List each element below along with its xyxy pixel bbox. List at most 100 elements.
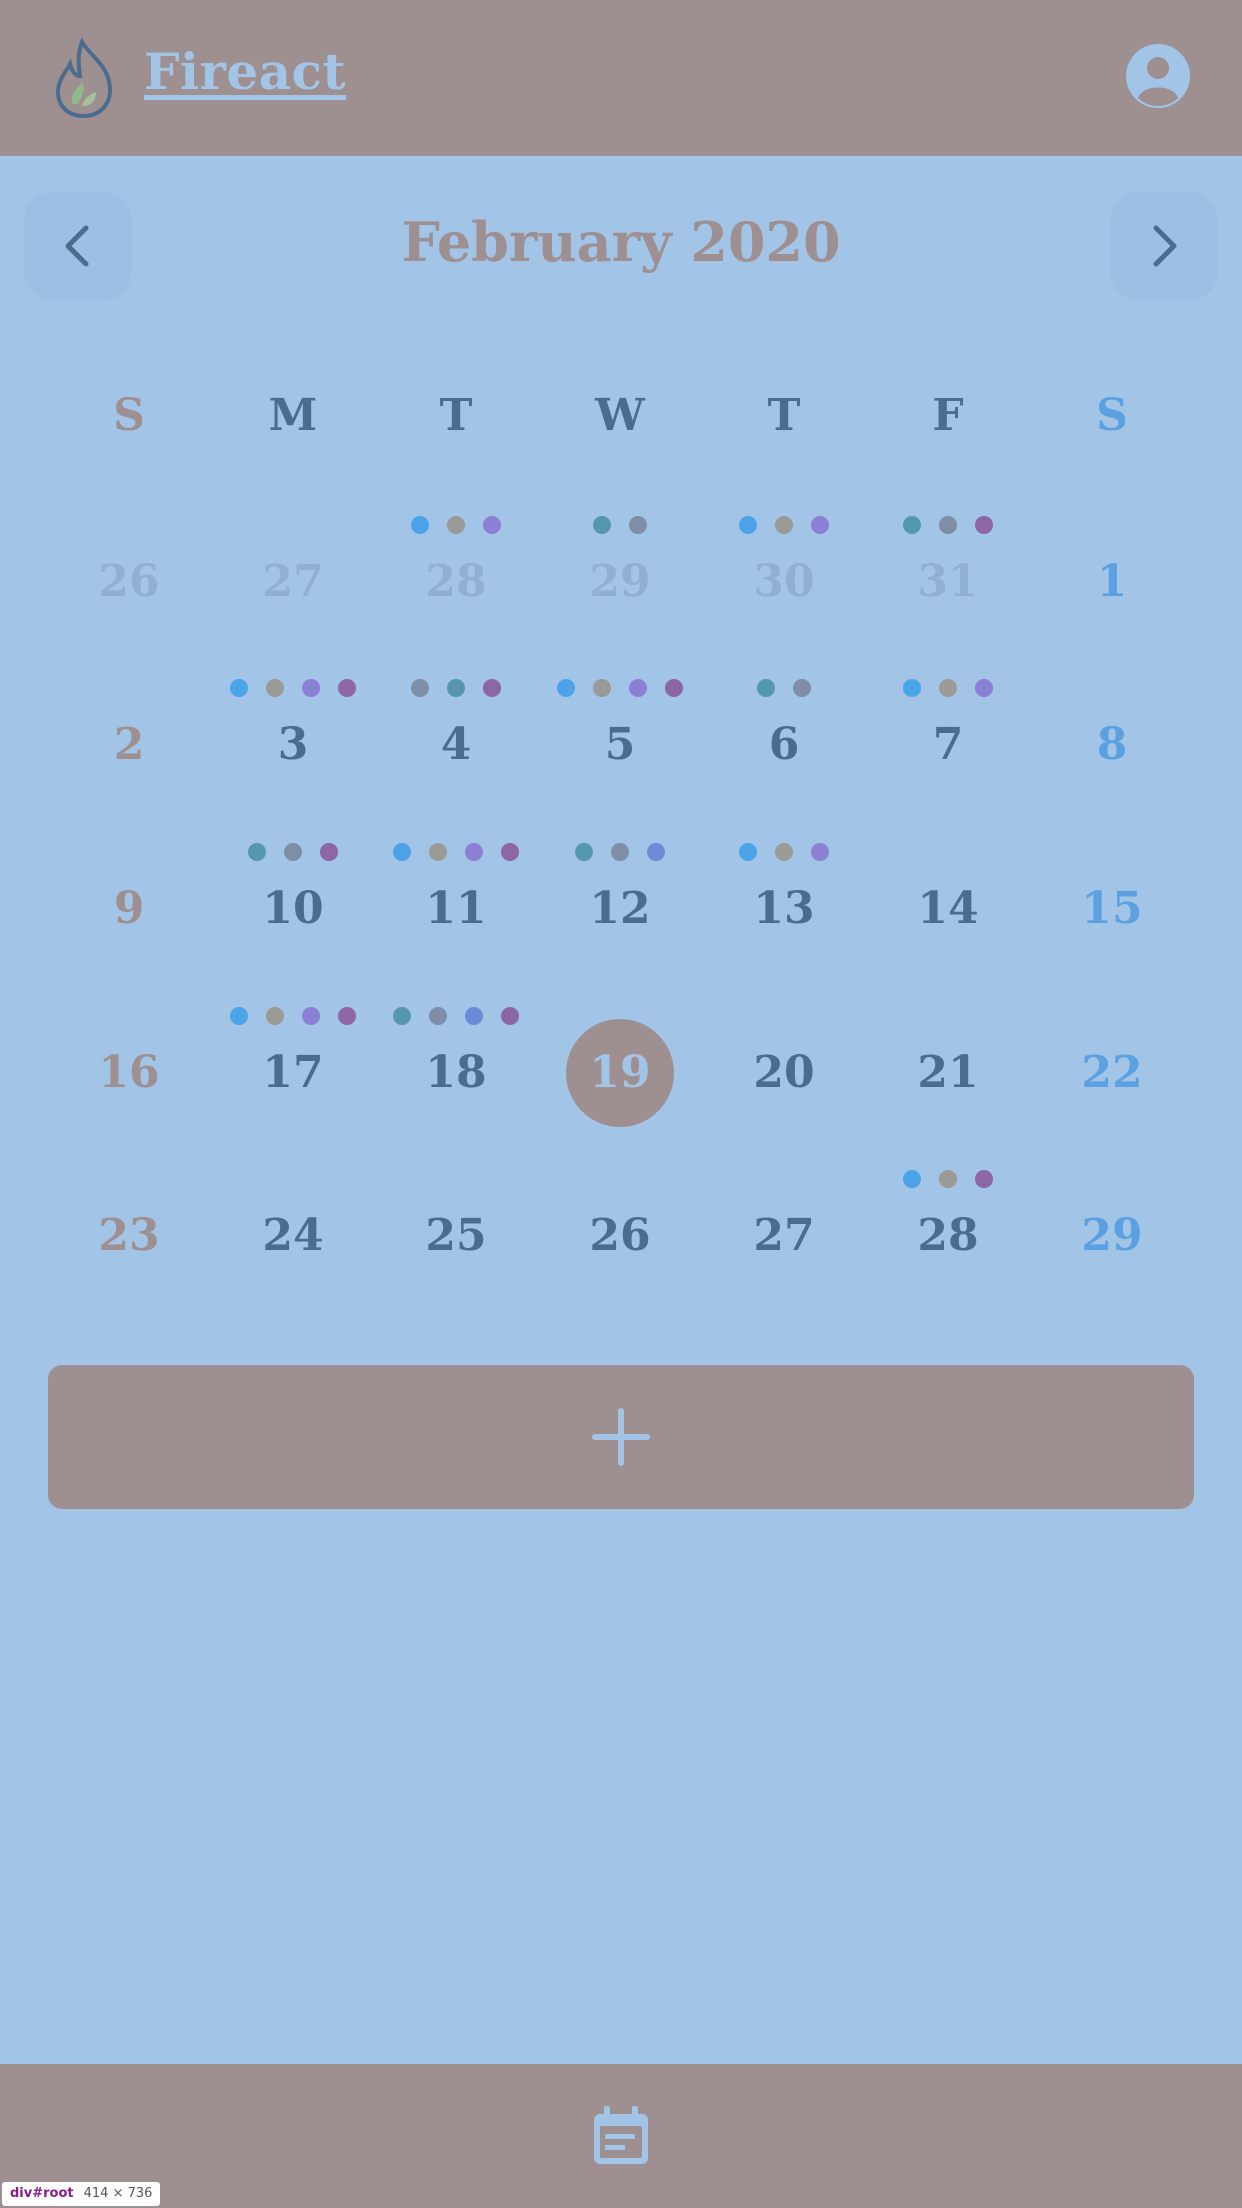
day-cell[interactable]: 27 [211, 516, 375, 626]
day-cell[interactable]: 13 [702, 843, 866, 953]
bottom-nav [0, 2064, 1242, 2208]
event-dot [483, 516, 501, 534]
dev-badge-tag: div#root [10, 2186, 74, 2201]
event-dot [302, 679, 320, 697]
day-cell[interactable]: 4 [374, 679, 538, 789]
day-cell[interactable]: 20 [702, 1007, 866, 1117]
chevron-right-icon [1153, 225, 1177, 267]
day-cell[interactable]: 22 [1030, 1007, 1194, 1117]
event-dot [739, 843, 757, 861]
weekday-label: S [113, 390, 145, 441]
event-dot [647, 843, 665, 861]
weekday-label: T [767, 390, 801, 441]
day-cell[interactable]: 18 [374, 1007, 538, 1117]
event-dots [538, 679, 702, 699]
day-cell[interactable]: 12 [538, 843, 702, 953]
day-cell[interactable]: 14 [866, 843, 1030, 953]
event-dot [501, 1007, 519, 1025]
event-dot [393, 843, 411, 861]
event-dot [975, 679, 993, 697]
day-cell[interactable]: 17 [211, 1007, 375, 1117]
event-dots [702, 516, 866, 536]
day-cell[interactable]: 9 [47, 843, 211, 953]
day-cell[interactable]: 24 [211, 1170, 375, 1280]
event-dot [338, 1007, 356, 1025]
day-number: 5 [604, 719, 636, 770]
event-dot [629, 516, 647, 534]
event-dot [393, 1007, 411, 1025]
event-dot [757, 679, 775, 697]
day-number: 17 [262, 1047, 324, 1098]
day-number: 4 [440, 719, 472, 770]
add-event-button[interactable] [48, 1365, 1194, 1509]
day-cell[interactable]: 26 [538, 1170, 702, 1280]
day-number: 28 [917, 1210, 979, 1261]
event-dot [411, 679, 429, 697]
plus-icon [592, 1408, 650, 1466]
day-cell[interactable]: 15 [1030, 843, 1194, 953]
day-cell[interactable]: 11 [374, 843, 538, 953]
day-number: 8 [1096, 719, 1128, 770]
calendar-icon[interactable] [590, 2104, 652, 2168]
day-number: 26 [98, 556, 160, 607]
day-cell-today[interactable]: 19 [538, 1007, 702, 1127]
app-title[interactable]: Fireact [144, 42, 346, 101]
event-dot [975, 1170, 993, 1188]
day-cell[interactable]: 2 [47, 679, 211, 789]
day-cell[interactable]: 31 [866, 516, 1030, 626]
next-month-button[interactable] [1110, 192, 1218, 300]
day-number: 27 [753, 1210, 815, 1261]
event-dot [338, 679, 356, 697]
day-cell[interactable]: 29 [538, 516, 702, 626]
day-cell[interactable]: 28 [374, 516, 538, 626]
day-cell[interactable]: 25 [374, 1170, 538, 1280]
day-cell[interactable]: 1 [1030, 516, 1194, 626]
day-number: 13 [753, 883, 815, 934]
day-cell[interactable]: 3 [211, 679, 375, 789]
day-cell[interactable]: 28 [866, 1170, 1030, 1280]
day-cell[interactable]: 21 [866, 1007, 1030, 1117]
day-number: 29 [589, 556, 651, 607]
day-number: 7 [932, 719, 964, 770]
event-dot [465, 843, 483, 861]
event-dots [702, 679, 866, 699]
event-dot [429, 843, 447, 861]
day-number: 24 [262, 1210, 324, 1261]
day-number: 28 [425, 556, 487, 607]
event-dot [411, 516, 429, 534]
event-dot [447, 679, 465, 697]
day-cell[interactable]: 29 [1030, 1170, 1194, 1280]
event-dot [629, 679, 647, 697]
day-number: 15 [1081, 883, 1143, 934]
event-dot [939, 516, 957, 534]
user-avatar-icon[interactable] [1124, 42, 1192, 110]
day-cell[interactable]: 30 [702, 516, 866, 626]
day-cell[interactable]: 23 [47, 1170, 211, 1280]
day-cell[interactable]: 16 [47, 1007, 211, 1117]
day-cell[interactable]: 7 [866, 679, 1030, 789]
day-cell[interactable]: 27 [702, 1170, 866, 1280]
day-number: 27 [262, 556, 324, 607]
day-cell[interactable]: 5 [538, 679, 702, 789]
flame-icon[interactable] [52, 38, 116, 118]
month-title: February 2020 [401, 210, 841, 274]
day-cell[interactable]: 26 [47, 516, 211, 626]
event-dot [557, 679, 575, 697]
day-cell[interactable]: 6 [702, 679, 866, 789]
event-dot [266, 1007, 284, 1025]
event-dot [593, 679, 611, 697]
event-dots [374, 516, 538, 536]
event-dot [284, 843, 302, 861]
day-cell[interactable]: 8 [1030, 679, 1194, 789]
day-number: 14 [917, 883, 979, 934]
event-dots [374, 1007, 538, 1027]
day-cell[interactable]: 10 [211, 843, 375, 953]
event-dot [248, 843, 266, 861]
event-dot [447, 516, 465, 534]
event-dot [903, 679, 921, 697]
event-dot [793, 679, 811, 697]
event-dot [811, 516, 829, 534]
event-dot [483, 679, 501, 697]
event-dot [465, 1007, 483, 1025]
day-number: 22 [1081, 1047, 1143, 1098]
